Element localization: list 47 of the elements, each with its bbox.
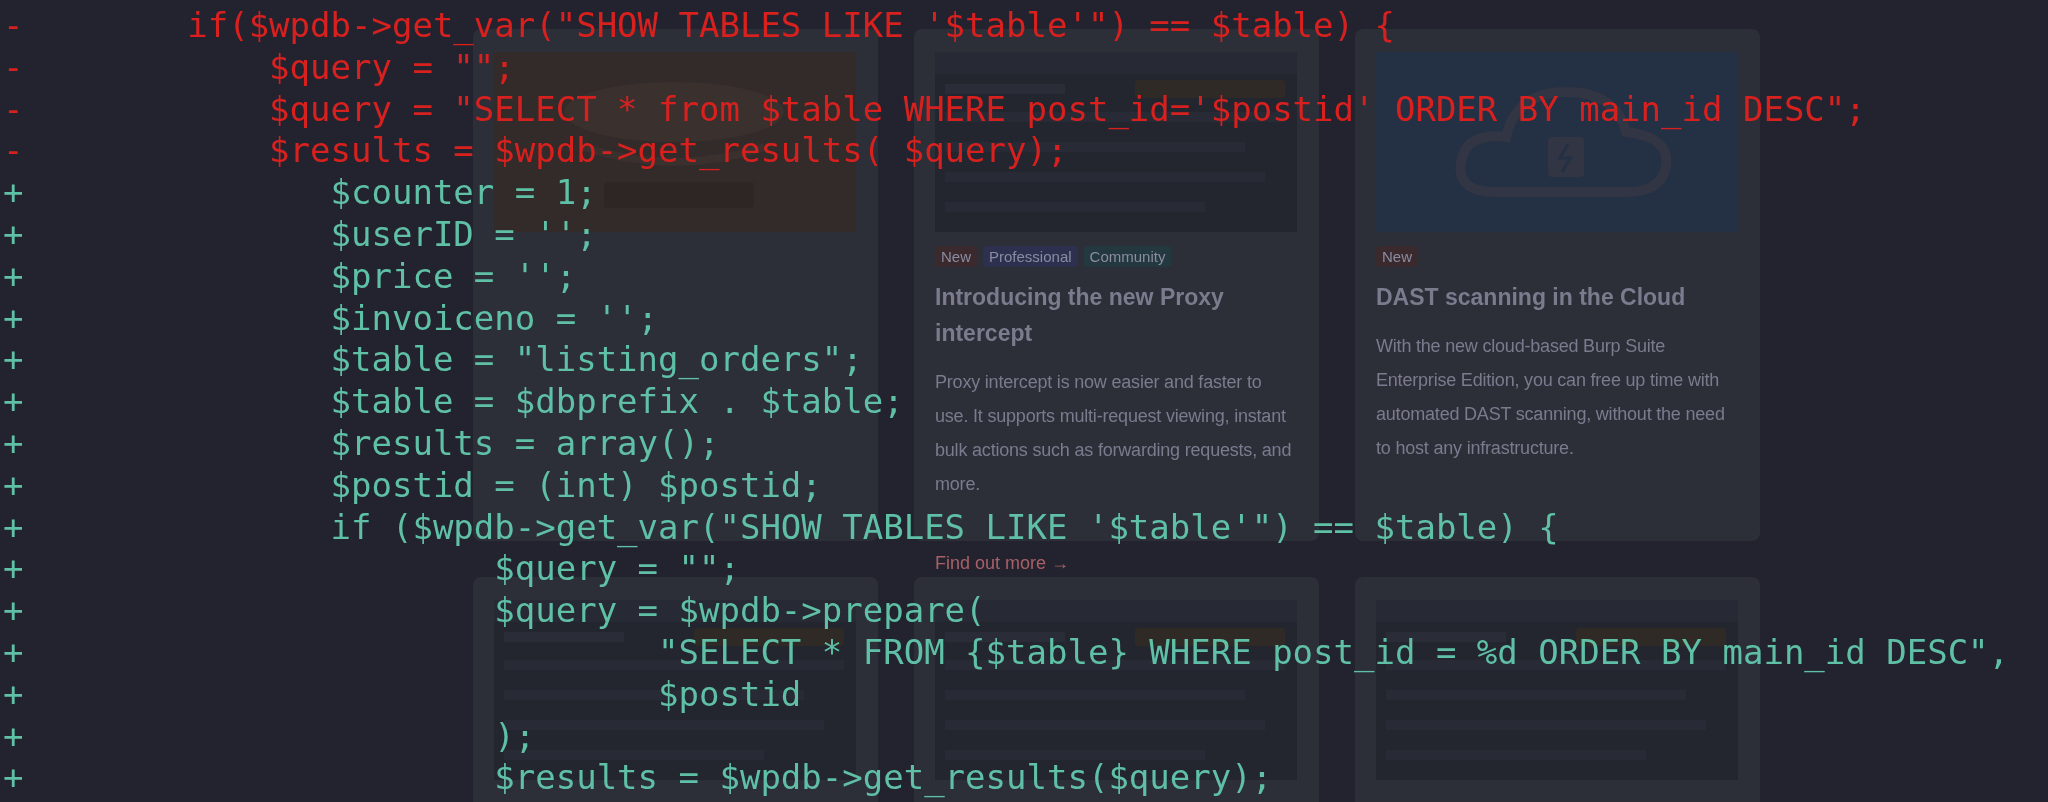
code-line: $postid	[657, 673, 802, 716]
diff-sign: +	[3, 715, 24, 758]
code-line: $counter = 1;	[329, 172, 597, 214]
code-line: $invoiceno = '';	[329, 297, 659, 340]
code-line: $table = $dbprefix . $table;	[329, 381, 904, 423]
card-description: With the new cloud-based Burp Suite Enterprise Edition, you can free up time with automated DAST scanning, without the need to host any infrastructure.	[1376, 335, 1726, 460]
code-line: );	[493, 715, 536, 758]
diff-sign: +	[3, 214, 24, 256]
card-description: Proxy intercept is now easier and faster to use. It supports multi-request viewing, instant bulk actions such as forwarding requests, and more.	[935, 371, 1293, 496]
code-line: if ($wpdb->get_var("SHOW TABLES LIKE '$table'") == $table) {	[329, 506, 1559, 549]
code-line: $results = $wpdb->get_results( $query);	[268, 130, 1068, 173]
diff-sign: -	[3, 5, 24, 47]
diff-sign: +	[3, 381, 24, 423]
tag-label: Professional	[983, 246, 1078, 267]
tag-label: Community	[1083, 246, 1172, 267]
diff-sign: +	[3, 255, 24, 298]
diff-sign: +	[3, 464, 24, 507]
diff-sign: +	[3, 297, 24, 340]
code-line: $postid = (int) $postid;	[329, 464, 822, 507]
code-line: $results = array();	[329, 422, 720, 465]
diff-sign: +	[3, 631, 24, 674]
card-title: DAST scanning in the Cloud	[1376, 283, 1687, 312]
code-line: $query = "";	[268, 46, 515, 89]
code-line: $query = "";	[493, 548, 740, 591]
diff-sign: +	[3, 757, 24, 800]
diff-sign: -	[3, 130, 24, 173]
diff-sign: +	[3, 339, 24, 382]
find-out-more-link[interactable]: Find out more →	[935, 553, 1070, 574]
diff-sign: +	[3, 506, 24, 549]
tag-label: New	[1376, 246, 1418, 267]
code-line: $results = $wpdb->get_results($query);	[493, 757, 1273, 800]
code-line: $query = "SELECT * from $table WHERE post_id='$postid' ORDER BY main_id DESC";	[268, 88, 1866, 131]
diff-sign: -	[3, 46, 24, 89]
diff-sign: +	[3, 422, 24, 465]
code-line: $table = "listing_orders";	[329, 339, 863, 382]
diff-sign: +	[3, 673, 24, 716]
tag-label: New	[935, 246, 977, 267]
diff-sign: +	[3, 590, 24, 632]
code-line: $userID = '';	[329, 214, 597, 256]
code-line: $price = '';	[329, 255, 577, 298]
diff-sign: +	[3, 548, 24, 591]
card-title: Introducing the new Proxy intercept	[935, 283, 1225, 348]
diff-sign: -	[3, 88, 24, 131]
code-line: "SELECT * FROM {$table} WHERE post_id = %d ORDER BY main_id DESC",	[657, 631, 2010, 674]
diff-sign: +	[3, 172, 24, 214]
code-line: if($wpdb->get_var("SHOW TABLES LIKE '$table'") == $table) {	[186, 5, 1395, 47]
code-line: $query = $wpdb->prepare(	[493, 590, 986, 632]
